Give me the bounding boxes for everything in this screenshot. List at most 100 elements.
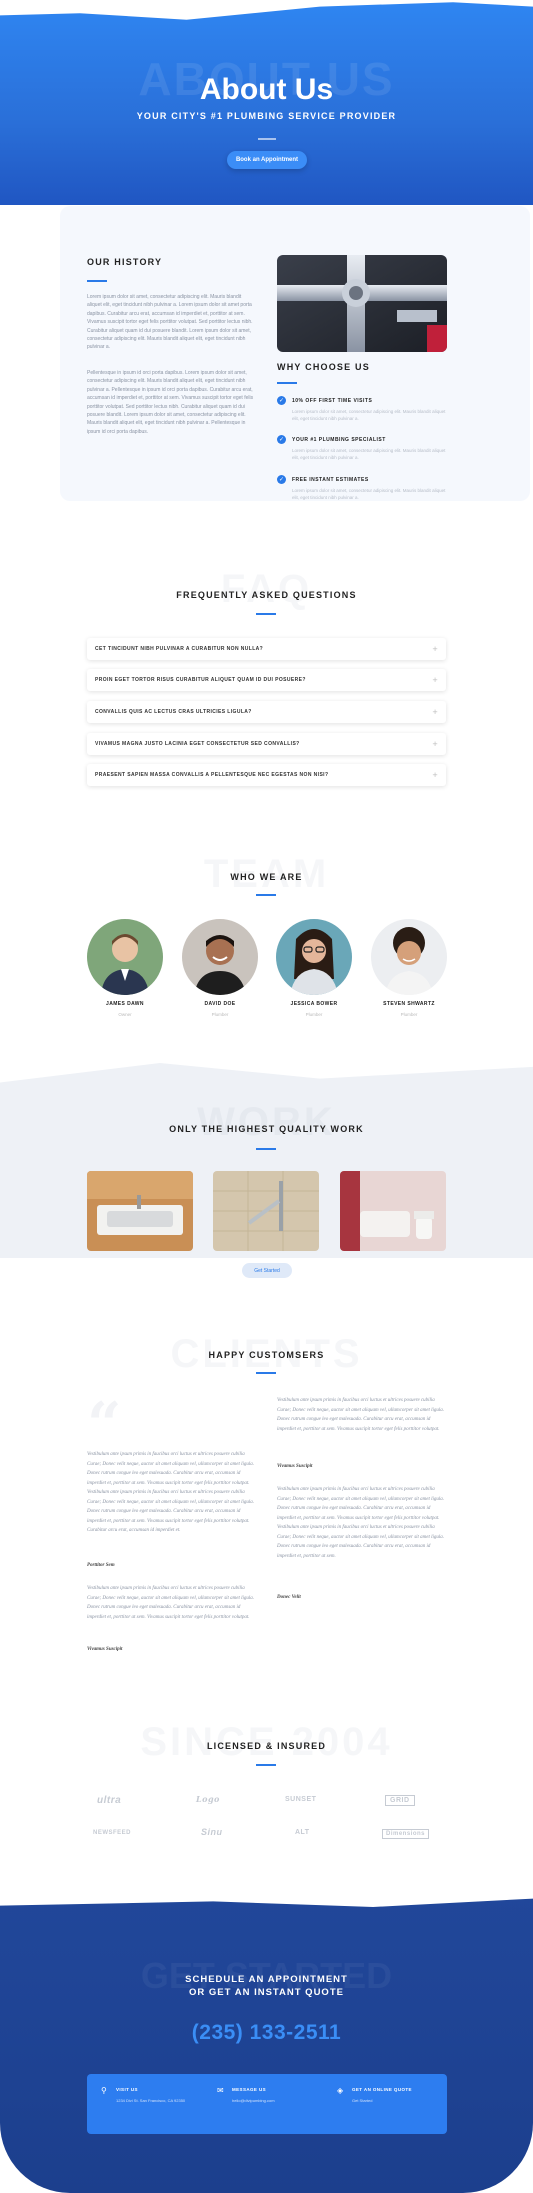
get-started-button[interactable]: Get Started (242, 1263, 292, 1278)
work-image-bathroom[interactable] (340, 1171, 446, 1251)
partner-logo: GRID (385, 1795, 415, 1806)
testimonial-text: Vestibulum ante ipsum primis in faucibus… (87, 1452, 255, 1533)
plus-icon[interactable]: + (432, 771, 438, 779)
page-title: About Us (199, 73, 334, 106)
footer-cta: SCHEDULE AN APPOINTMENT OR GET AN INSTAN… (0, 1973, 533, 1999)
clients-title: HAPPY CUSTOMSERS (208, 1350, 325, 1360)
faq-item[interactable]: CET TINCIDUNT NIBH PULVINAR A CURABITUR … (87, 638, 446, 660)
why-item-text: Lorem ipsum dolor sit amet, consectetur … (292, 448, 446, 460)
why-item-title: 10% OFF FIRST TIME VISITS (292, 398, 373, 404)
team-member: DAVID DOE Plumber (180, 919, 260, 1017)
why-item-title: FREE INSTANT ESTIMATES (292, 477, 369, 483)
contact-text: 1234 Divi St. San Francisco, CA 92350 (116, 2098, 186, 2103)
partner-logo: NEWSFEED (93, 1830, 132, 1836)
avatar (276, 919, 352, 995)
phone-number[interactable]: (235) 133-2511 (0, 2021, 533, 2045)
contact-text: hello@divipumbing.com (232, 2098, 275, 2103)
footer-section: GET STARTED SCHEDULE AN APPOINTMENT OR G… (0, 1893, 533, 2193)
partner-logo: ultra (97, 1795, 122, 1806)
member-role: Plumber (400, 1012, 418, 1017)
faq-question: VIVAMUS MAGNA JUSTO LACINIA EGET CONSECT… (95, 741, 300, 747)
faq-question: PROIN EGET TORTOR RISUS CURABITUR ALIQUE… (95, 677, 306, 683)
team-member: STEVEN SHWARTZ Plumber (369, 919, 449, 1017)
team-member: JAMES DAWN Owner (85, 919, 165, 1017)
member-role: Plumber (211, 1012, 229, 1017)
contact-text: Get Started (352, 2098, 373, 2103)
testimonial-text: Vestibulum ante ipsum primis in faucibus… (277, 1487, 445, 1559)
hero-subtitle: YOUR CITY'S #1 PLUMBING SERVICE PROVIDER (136, 111, 397, 121)
hero-section: ABOUT US About Us YOUR CITY'S #1 PLUMBIN… (0, 0, 533, 205)
team-underline (256, 894, 276, 896)
member-name: JAMES DAWN (106, 1001, 144, 1007)
work-image-sink[interactable] (87, 1171, 193, 1251)
hero-divider (258, 138, 276, 140)
faq-underline (256, 613, 276, 615)
faq-question: CONVALLIS QUIS AC LECTUS CRAS ULTRICIES … (95, 709, 252, 715)
licensed-title: LICENSED & INSURED (206, 1741, 327, 1751)
member-name: STEVEN SHWARTZ (383, 1001, 435, 1007)
member-name: DAVID DOE (204, 1001, 236, 1007)
testimonial-author: Donec Velit (277, 1595, 301, 1600)
plus-icon[interactable]: + (432, 740, 438, 748)
faq-question: PRAESENT SAPIEN MASSA CONVALLIS A PELLEN… (95, 772, 329, 778)
contact-title: VISIT US (116, 2087, 138, 2092)
envelope-icon: ✉ (217, 2086, 224, 2095)
why-item-title: YOUR #1 PLUMBING SPECIALIST (292, 437, 386, 443)
work-ghost-text: WORK (197, 1100, 336, 1144)
why-choose-title: WHY CHOOSE US (277, 362, 370, 372)
why-item-text: Lorem ipsum dolor sit amet, consectetur … (292, 488, 446, 500)
contact-title: MESSAGE US (232, 2087, 267, 2092)
testimonial-text: Vestibulum ante ipsum primis in faucibus… (87, 1586, 255, 1620)
work-image-shower[interactable] (213, 1171, 319, 1251)
faq-item[interactable]: PRAESENT SAPIEN MASSA CONVALLIS A PELLEN… (87, 764, 446, 786)
check-icon: ✓ (277, 435, 286, 444)
member-role: Plumber (305, 1012, 323, 1017)
faq-title: FREQUENTLY ASKED QUESTIONS (176, 590, 357, 600)
testimonial-author: Vivamus Suscipit (87, 1647, 123, 1652)
team-title: WHO WE ARE (230, 872, 303, 882)
plus-icon[interactable]: + (432, 645, 438, 653)
clients-underline (256, 1372, 276, 1374)
work-underline (256, 1148, 276, 1150)
footer-top-wave (0, 1893, 533, 1907)
contact-box: ⚲ VISIT US 1234 Divi St. San Francisco, … (87, 2074, 447, 2134)
testimonial-text: Vestibulum ante ipsum primis in faucibus… (277, 1398, 445, 1432)
work-title: ONLY THE HIGHEST QUALITY WORK (169, 1124, 364, 1134)
avatar (87, 919, 163, 995)
check-icon: ✓ (277, 475, 286, 484)
history-underline (87, 280, 107, 282)
cta-line-2: OR GET AN INSTANT QUOTE (189, 1987, 344, 1998)
avatar (371, 919, 447, 995)
plus-icon[interactable]: + (432, 708, 438, 716)
plumbing-pipes-image (277, 255, 447, 352)
partner-logo: Logo (196, 1794, 220, 1804)
history-paragraph-1: Lorem ipsum dolor sit amet, consectetur … (87, 294, 253, 351)
licensed-underline (256, 1764, 276, 1766)
member-name: JESSICA BOWER (290, 1001, 338, 1007)
why-underline (277, 382, 297, 384)
team-member: JESSICA BOWER Plumber (274, 919, 354, 1017)
why-item-text: Lorem ipsum dolor sit amet, consectetur … (292, 409, 446, 421)
check-icon: ✓ (277, 396, 286, 405)
plus-icon[interactable]: + (432, 676, 438, 684)
map-pin-icon: ⚲ (101, 2086, 107, 2095)
testimonial-author: Porttitor Sem (87, 1563, 115, 1568)
contact-title: GET AN ONLINE QUOTE (352, 2087, 412, 2092)
tag-icon: ◈ (337, 2086, 344, 2095)
testimonial-author: Vivamus Suscipit (277, 1464, 313, 1469)
avatar (182, 919, 258, 995)
quote-icon: “ (87, 1390, 122, 1460)
partner-logo: ALT (295, 1829, 310, 1836)
hero-top-wave (0, 0, 533, 20)
history-title: OUR HISTORY (87, 257, 163, 267)
faq-item[interactable]: CONVALLIS QUIS AC LECTUS CRAS ULTRICIES … (87, 701, 446, 723)
faq-item[interactable]: PROIN EGET TORTOR RISUS CURABITUR ALIQUE… (87, 669, 446, 691)
faq-item[interactable]: VIVAMUS MAGNA JUSTO LACINIA EGET CONSECT… (87, 733, 446, 755)
book-appointment-button[interactable]: Book an Appointment (227, 151, 307, 169)
partner-logo: Sinu (201, 1827, 223, 1837)
partner-logo: Dimensions (382, 1829, 430, 1839)
member-role: Owner (118, 1012, 132, 1017)
cta-line-1: SCHEDULE AN APPOINTMENT (185, 1974, 348, 1985)
partner-logo: SUNSET (285, 1796, 317, 1803)
faq-question: CET TINCIDUNT NIBH PULVINAR A CURABITUR … (95, 646, 264, 652)
